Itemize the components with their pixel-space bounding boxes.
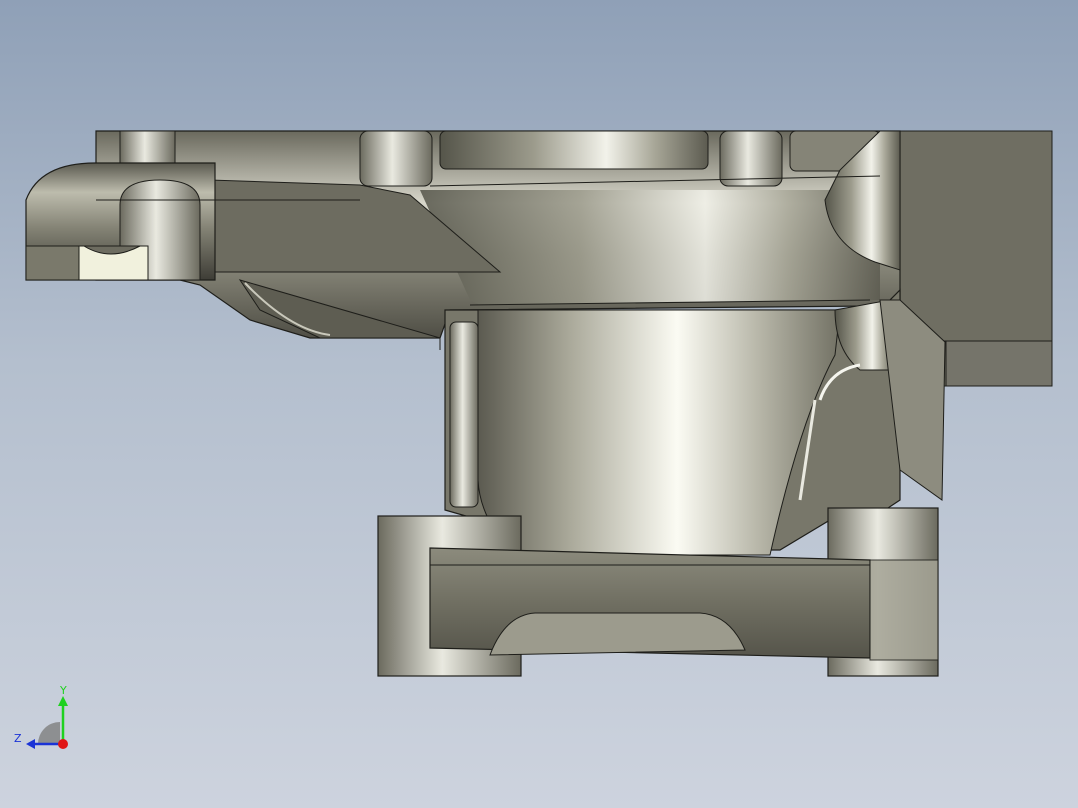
orientation-triad[interactable]: Y Z [10, 684, 80, 754]
triad-plane-icon [38, 722, 60, 744]
x-axis-dot [58, 739, 68, 749]
graphics-viewport[interactable]: Y Z [0, 0, 1078, 808]
inlet-elbow [25, 162, 216, 281]
part-model[interactable] [0, 0, 1078, 808]
y-axis-label: Y [59, 684, 67, 697]
z-axis-arrow [26, 739, 35, 749]
z-axis-label: Z [14, 732, 22, 745]
y-axis-arrow [58, 696, 68, 706]
